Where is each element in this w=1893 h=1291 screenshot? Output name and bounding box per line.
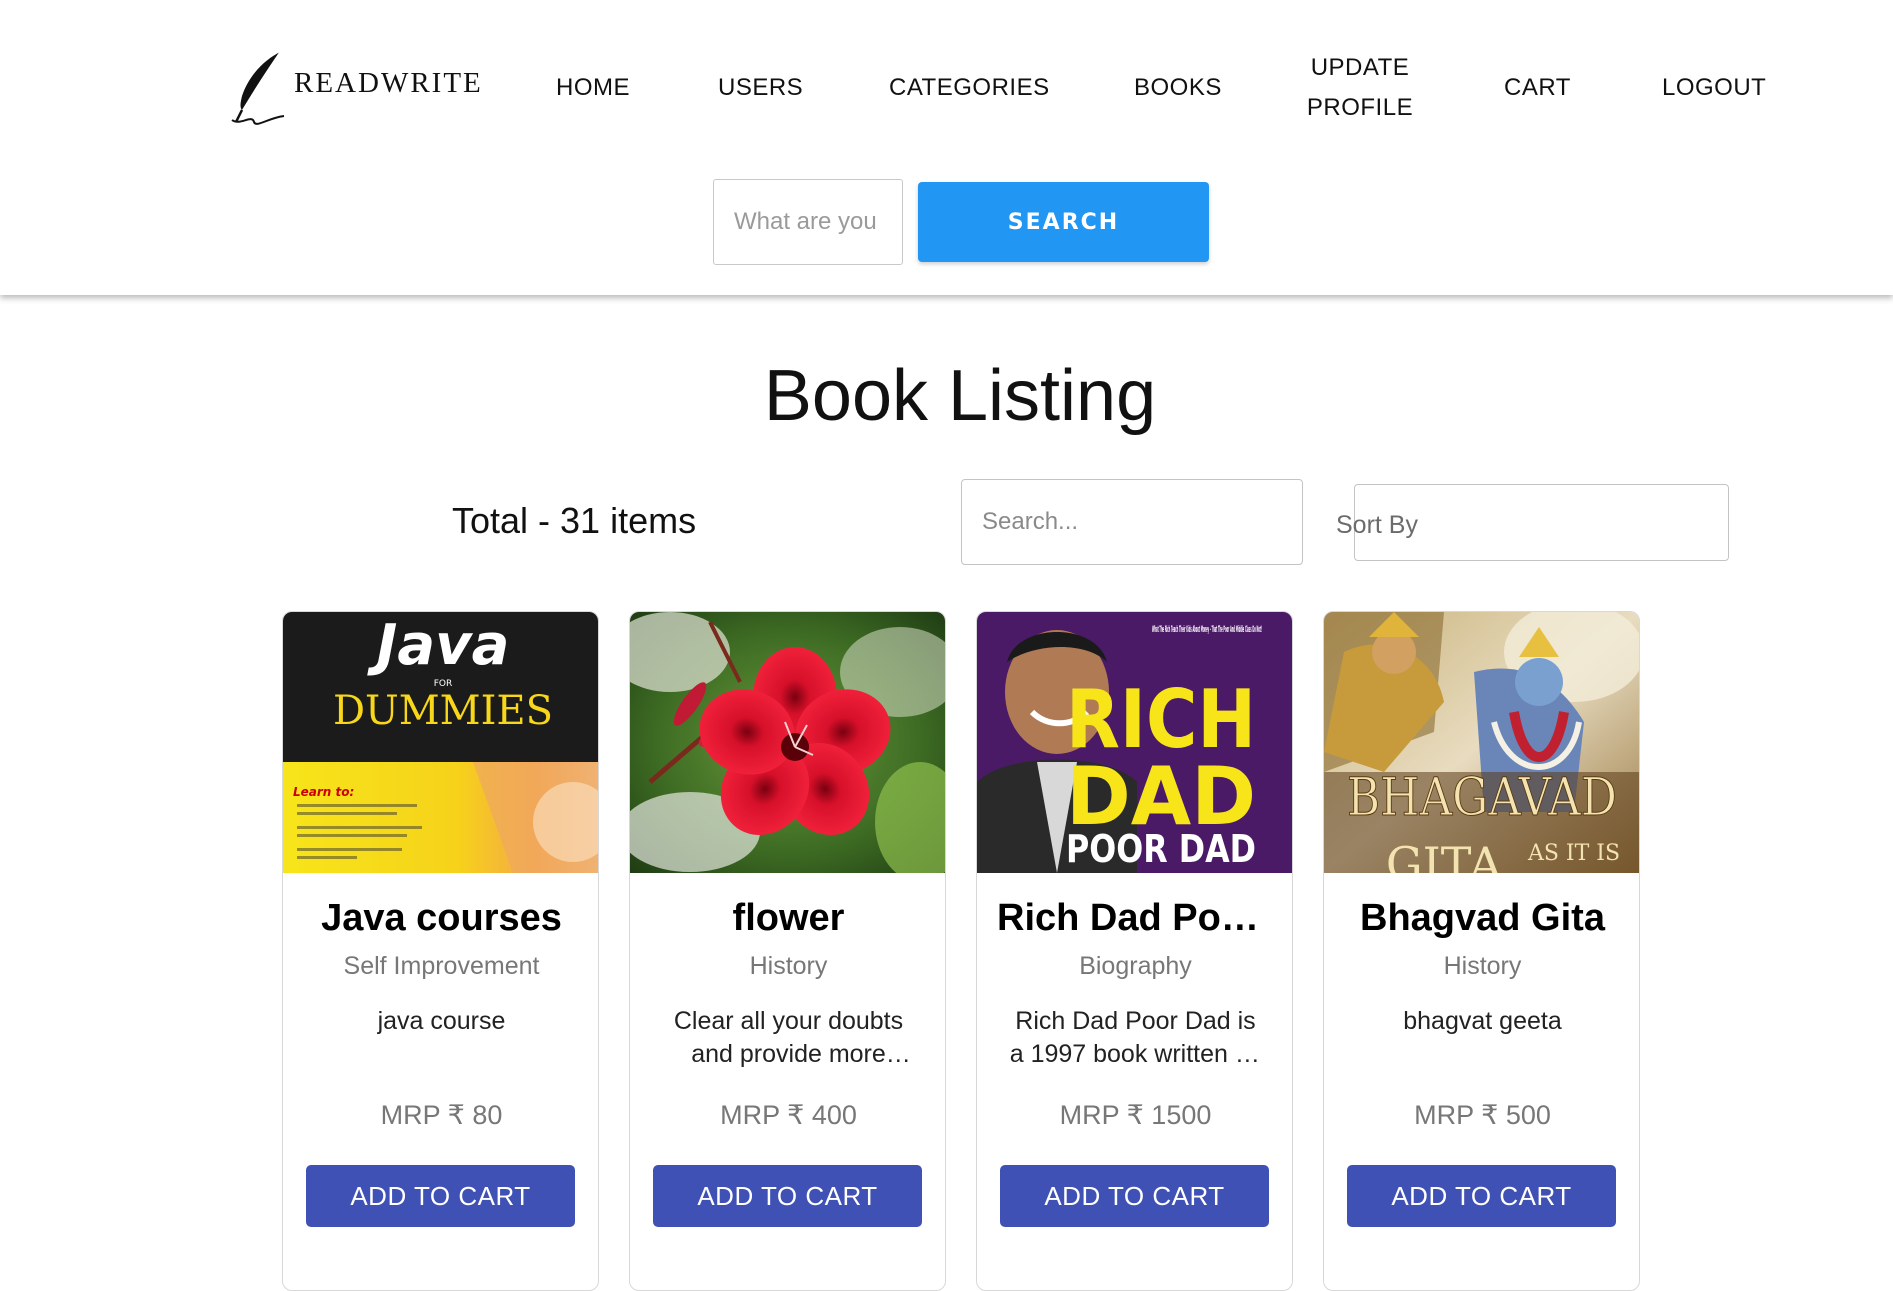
- add-to-cart-button[interactable]: ADD TO CART: [306, 1165, 575, 1227]
- page-title: Book Listing: [763, 356, 1157, 436]
- book-price: MRP ₹ 1500: [1059, 1100, 1212, 1130]
- cover-as-it-is-text: AS IT IS: [1527, 841, 1620, 866]
- brand-logo[interactable]: READWRITE: [228, 50, 488, 128]
- book-cover[interactable]: Java FOR DUMMIES Learn to:: [283, 612, 598, 873]
- book-price: MRP ₹ 400: [720, 1100, 857, 1130]
- nav-users[interactable]: USERS: [718, 68, 803, 108]
- quill-pen-icon: [231, 51, 285, 125]
- cover-tagline-text: What The Rich Teach Their Kids About Mon…: [1152, 625, 1262, 635]
- rich-dad-poor-dad-cover-icon: What The Rich Teach Their Kids About Mon…: [977, 612, 1292, 873]
- book-card: Java FOR DUMMIES Learn to: Java courses …: [282, 611, 599, 1291]
- book-category: Self Improvement: [343, 952, 540, 980]
- sort-by-label: Sort By: [1336, 511, 1418, 539]
- book-card: What The Rich Teach Their Kids About Mon…: [976, 611, 1293, 1291]
- nav-home[interactable]: HOME: [556, 68, 630, 108]
- book-description: Clear all your doubts and provide more i…: [673, 1007, 904, 1068]
- cover-poor-dad-text: POOR DAD: [1066, 827, 1256, 871]
- nav-categories[interactable]: CATEGORIES: [889, 68, 1050, 108]
- book-title[interactable]: Bhagvad Gita: [1344, 897, 1621, 940]
- nav-cart[interactable]: CART: [1504, 68, 1571, 108]
- book-title[interactable]: Rich Dad Poor Dad: [997, 897, 1274, 940]
- nav-logout[interactable]: LOGOUT: [1662, 68, 1766, 108]
- book-category: Biography: [1079, 952, 1192, 980]
- book-title[interactable]: Java courses: [303, 897, 580, 940]
- add-to-cart-button[interactable]: ADD TO CART: [1000, 1165, 1269, 1227]
- header-search-input[interactable]: [713, 179, 903, 265]
- nav-books[interactable]: BOOKS: [1134, 68, 1222, 108]
- red-flower-photo-icon: [630, 612, 945, 873]
- brand-name: READWRITE: [294, 66, 483, 99]
- book-description: java course: [377, 1007, 506, 1035]
- nav-update-profile[interactable]: UPDATE PROFILE: [1280, 48, 1440, 128]
- cover-bhagavad-text: BHAGAVAD: [1347, 768, 1617, 828]
- add-to-cart-button[interactable]: ADD TO CART: [1347, 1165, 1616, 1227]
- total-items-count: Total - 31 items: [452, 500, 697, 541]
- cover-dummies-text: DUMMIES: [333, 688, 553, 734]
- book-cover[interactable]: BHAGAVAD GITA AS IT IS: [1324, 612, 1639, 873]
- nav-update-profile-line2: PROFILE: [1306, 94, 1414, 121]
- header-search-button[interactable]: SEARCH: [918, 182, 1209, 262]
- book-title[interactable]: flower: [650, 897, 927, 940]
- cover-gita-text: GITA: [1386, 837, 1503, 873]
- book-description: Rich Dad Poor Dad is a 1997 book written…: [1009, 1007, 1262, 1068]
- bhagavad-gita-cover-icon: BHAGAVAD GITA AS IT IS: [1324, 612, 1639, 873]
- book-search-input[interactable]: [961, 479, 1303, 565]
- book-description: bhagvat geeta: [1403, 1007, 1562, 1035]
- book-cover[interactable]: [630, 612, 945, 873]
- book-category: History: [1443, 952, 1522, 980]
- nav-update-profile-line1: UPDATE: [1310, 54, 1410, 81]
- book-card: BHAGAVAD GITA AS IT IS Bhagvad Gita Hist…: [1323, 611, 1640, 1291]
- book-category: History: [749, 952, 828, 980]
- java-for-dummies-cover-icon: Java FOR DUMMIES Learn to:: [283, 612, 598, 873]
- cover-title-text: Java: [367, 613, 510, 678]
- book-card: flower History Clear all your doubts and…: [629, 611, 946, 1291]
- book-price: MRP ₹ 500: [1414, 1100, 1551, 1130]
- book-price: MRP ₹ 80: [380, 1100, 503, 1130]
- cover-learn-text: Learn to:: [293, 785, 354, 799]
- top-header: READWRITE HOME USERS CATEGORIES BOOKS UP…: [0, 0, 1893, 295]
- book-cover[interactable]: What The Rich Teach Their Kids About Mon…: [977, 612, 1292, 873]
- add-to-cart-button[interactable]: ADD TO CART: [653, 1165, 922, 1227]
